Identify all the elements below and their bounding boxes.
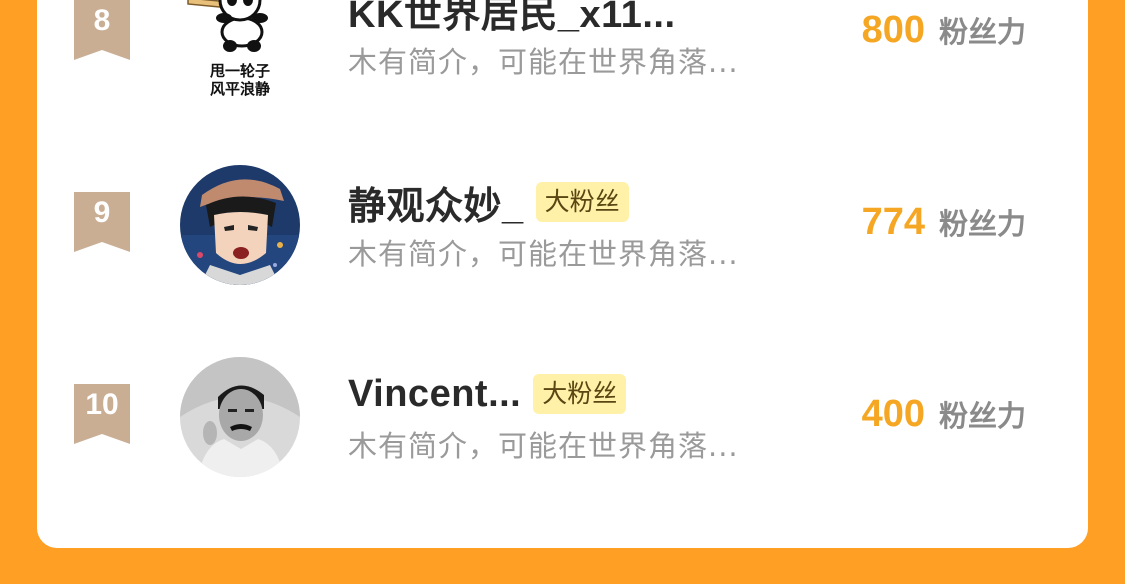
user-bio: 木有简介，可能在世界角落... bbox=[348, 45, 739, 79]
fan-badge: 大粉丝 bbox=[535, 182, 629, 222]
avatar-caption-line-2: 风平浪静 bbox=[209, 80, 270, 98]
score-value: 800 bbox=[861, 9, 925, 51]
fan-power-score: 774 粉丝力 bbox=[862, 201, 1026, 244]
user-bio: 木有简介，可能在世界角落... bbox=[348, 237, 739, 271]
score-unit: 粉丝力 bbox=[938, 399, 1026, 433]
score-unit: 粉丝力 bbox=[938, 15, 1026, 49]
rank-number: 9 bbox=[93, 196, 111, 229]
rank-badge: 10 bbox=[74, 384, 130, 444]
name-line: KK世界居民_x11... bbox=[348, 0, 676, 36]
user-name[interactable]: 静观众妙_ bbox=[348, 175, 524, 230]
anime-boy-avatar-icon bbox=[180, 165, 300, 285]
user-avatar[interactable]: 甩一轮子 风平浪静 bbox=[180, 0, 300, 98]
ranking-row[interactable]: 10 Vincent... 大粉丝 木有简介，可能在世界角落... 400 粉丝… bbox=[37, 344, 1088, 494]
score-unit: 粉丝力 bbox=[938, 207, 1026, 241]
score-value: 400 bbox=[861, 393, 925, 435]
user-name[interactable]: KK世界居民_x11... bbox=[348, 0, 676, 38]
ranking-row[interactable]: 8 甩一轮子 风平浪静 KK世界居民_x11... 木有简介，可能在世界角落..… bbox=[37, 0, 1088, 110]
rank-number: 8 bbox=[93, 4, 111, 37]
name-line: 静观众妙_ 大粉丝 bbox=[348, 178, 629, 228]
user-bio: 木有简介，可能在世界角落... bbox=[348, 429, 739, 463]
rank-number: 10 bbox=[85, 388, 119, 421]
rank-badge: 9 bbox=[74, 192, 130, 252]
user-name[interactable]: Vincent... bbox=[348, 373, 521, 416]
user-avatar[interactable] bbox=[180, 165, 300, 285]
score-value: 774 bbox=[861, 201, 925, 243]
user-avatar[interactable] bbox=[180, 357, 300, 477]
rank-badge: 8 bbox=[74, 0, 130, 60]
ranking-card: 8 甩一轮子 风平浪静 KK世界居民_x11... 木有简介，可能在世界角落..… bbox=[37, 0, 1088, 548]
name-line: Vincent... 大粉丝 bbox=[348, 370, 627, 418]
fan-power-score: 400 粉丝力 bbox=[862, 393, 1026, 436]
panda-baseball-avatar-icon bbox=[187, 0, 268, 52]
fan-badge: 大粉丝 bbox=[533, 374, 627, 414]
portrait-photo-avatar-icon bbox=[180, 357, 300, 477]
fan-power-score: 800 粉丝力 bbox=[862, 9, 1026, 52]
ranking-row[interactable]: 9 静观众妙_ 大粉丝 木有简介，可能在世界角落... 774 粉丝力 bbox=[37, 152, 1088, 302]
avatar-caption-line-1: 甩一轮子 bbox=[209, 62, 270, 80]
